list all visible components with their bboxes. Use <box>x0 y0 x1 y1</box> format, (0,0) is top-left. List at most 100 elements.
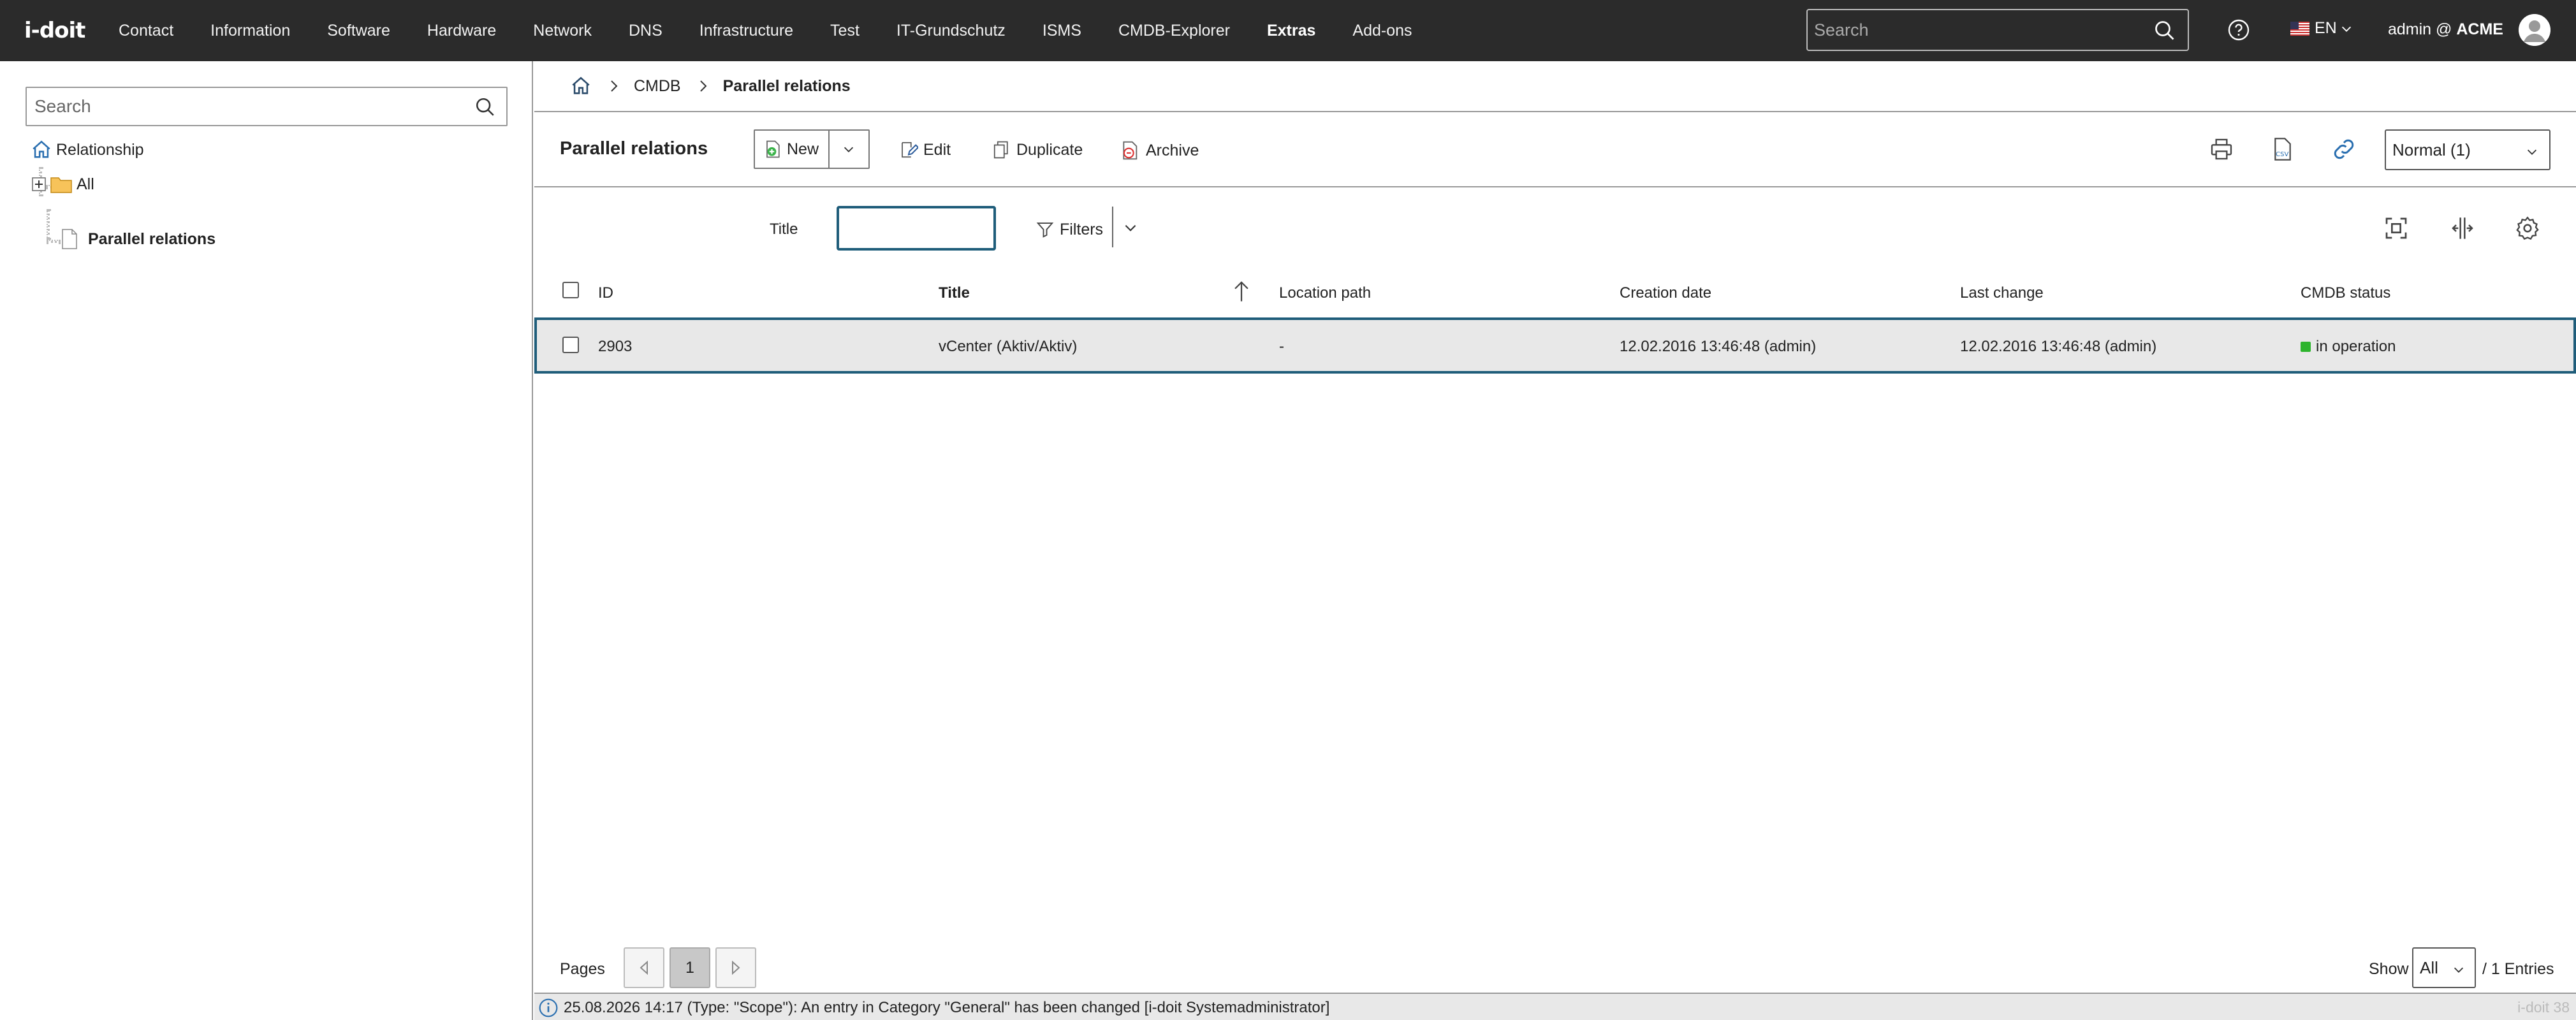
cell-cmdb-status: in operation <box>2301 338 2396 356</box>
breadcrumb-current: Parallel relations <box>722 76 851 95</box>
nav-item-test[interactable]: Test <box>830 22 860 40</box>
tree-item-all[interactable]: All <box>32 175 94 194</box>
chevron-down-icon <box>844 147 854 152</box>
search-icon[interactable] <box>2153 19 2176 42</box>
pagination: Pages 1 Show All / 1 Entries <box>534 946 2576 991</box>
tree-item-relationship[interactable]: Relationship <box>31 139 144 161</box>
column-width-icon[interactable] <box>2450 215 2475 241</box>
nav-item-dns[interactable]: DNS <box>629 22 662 40</box>
page-size-value: All <box>2420 958 2438 977</box>
nav-item-infrastructure[interactable]: Infrastructure <box>699 22 793 40</box>
nav-item-software[interactable]: Software <box>327 22 390 40</box>
home-icon <box>33 140 50 158</box>
view-mode-select[interactable]: Normal (1) <box>2385 129 2550 170</box>
user-menu[interactable]: admin @ ACME <box>2388 20 2503 39</box>
page-button-current[interactable]: 1 <box>670 947 710 988</box>
column-header-id[interactable]: ID <box>598 284 613 302</box>
cell-creation-date: 12.02.2016 13:46:48 (admin) <box>1620 338 1817 355</box>
idoit-logo[interactable]: i-doit <box>24 17 85 45</box>
document-icon <box>62 229 77 249</box>
sidebar-search-input[interactable] <box>27 88 460 125</box>
nav-item-information[interactable]: Information <box>210 22 290 40</box>
language-selector[interactable]: EN <box>2290 19 2353 38</box>
column-header-last-change[interactable]: Last change <box>1960 284 2044 302</box>
column-header-location-path[interactable]: Location path <box>1279 284 1371 302</box>
global-search-input[interactable] <box>1808 10 2139 50</box>
global-search <box>1806 9 2189 51</box>
filters-button-label: Filters <box>1060 220 1104 238</box>
us-flag-icon <box>2290 21 2309 36</box>
page-size-select[interactable]: All <box>2412 947 2476 988</box>
settings-icon[interactable] <box>2515 215 2540 241</box>
info-icon[interactable] <box>538 998 559 1018</box>
breadcrumb-cmdb[interactable]: CMDB <box>634 77 681 96</box>
new-button[interactable]: New <box>755 131 830 168</box>
filter-bar: Title Filters <box>534 187 2576 264</box>
nav-item-it-grundschutz[interactable]: IT-Grundschutz <box>896 22 1006 40</box>
filters-button[interactable]: Filters <box>1036 212 1103 247</box>
cell-id: 2903 <box>598 338 633 355</box>
select-all-checkbox[interactable] <box>562 282 579 298</box>
tree-item-label: Relationship <box>56 140 144 159</box>
chevron-down-icon <box>2341 26 2351 32</box>
nav-item-isms[interactable]: ISMS <box>1043 22 1081 40</box>
chevron-right-icon <box>699 80 707 92</box>
new-button-group: New <box>754 129 870 169</box>
edit-icon <box>902 142 918 158</box>
link-icon[interactable] <box>2331 136 2357 162</box>
new-dropdown-toggle[interactable] <box>830 131 868 168</box>
chevron-down-icon <box>2454 967 2464 973</box>
search-icon[interactable] <box>474 96 496 118</box>
column-header-cmdb-status[interactable]: CMDB status <box>2301 284 2390 302</box>
title-filter-input[interactable] <box>837 206 996 251</box>
status-indicator <box>2301 342 2311 352</box>
edit-button[interactable]: Edit <box>899 140 951 159</box>
row-checkbox[interactable] <box>562 337 579 353</box>
svg-text:CSV: CSV <box>2276 151 2288 158</box>
filters-dropdown-toggle[interactable] <box>1122 219 1139 236</box>
tree-item-label: Parallel relations <box>88 229 216 248</box>
table-row[interactable]: 2903 vCenter (Aktiv/Aktiv) - 12.02.2016 … <box>534 317 2576 374</box>
nav-item-contact[interactable]: Contact <box>119 22 173 40</box>
nav-item-cmdb-explorer[interactable]: CMDB-Explorer <box>1118 22 1230 40</box>
nav-item-extras[interactable]: Extras <box>1267 22 1315 40</box>
filter-icon <box>1036 222 1054 238</box>
avatar[interactable] <box>2519 14 2550 46</box>
nav-item-add-ons[interactable]: Add-ons <box>1352 22 1412 40</box>
view-mode-value: Normal (1) <box>2392 140 2471 159</box>
nav-item-network[interactable]: Network <box>533 22 592 40</box>
page-title: Parallel relations <box>560 138 708 159</box>
object-toolbar: Parallel relations New Edit Duplicate Ar… <box>534 112 2576 187</box>
sort-ascending-icon[interactable] <box>1231 279 1252 303</box>
table-header: ID Title Location path Creation date Las… <box>534 264 2576 316</box>
sidebar: Relationship All Parallel relations <box>0 61 533 1020</box>
csv-export-icon[interactable]: CSV <box>2270 136 2295 162</box>
edit-button-label: Edit <box>923 140 951 159</box>
tree-connector <box>47 209 50 240</box>
status-message: 25.08.2026 14:17 (Type: "Scope"): An ent… <box>564 999 1330 1016</box>
status-label: in operation <box>2316 338 2396 355</box>
nav-item-hardware[interactable]: Hardware <box>427 22 496 40</box>
previous-page-button[interactable] <box>624 947 664 988</box>
cell-title[interactable]: vCenter (Aktiv/Aktiv) <box>939 338 1077 356</box>
column-header-creation-date[interactable]: Creation date <box>1620 284 1711 302</box>
column-header-title[interactable]: Title <box>939 284 970 302</box>
expand-plus-icon[interactable] <box>32 177 46 191</box>
folder-icon <box>50 177 72 193</box>
chevron-right-icon <box>611 80 618 92</box>
fullscreen-icon[interactable] <box>2383 215 2409 241</box>
print-icon[interactable] <box>2209 136 2234 162</box>
duplicate-button[interactable]: Duplicate <box>992 140 1083 159</box>
chevron-down-icon <box>1125 224 1136 231</box>
breadcrumb: CMDB Parallel relations <box>534 61 2576 112</box>
help-icon[interactable] <box>2227 18 2250 41</box>
next-page-button[interactable] <box>715 947 756 988</box>
tree-item-parallel-relations[interactable]: Parallel relations <box>61 228 216 250</box>
tree-item-label: All <box>77 175 94 193</box>
cell-location-path: - <box>1279 338 1284 355</box>
title-filter-label: Title <box>770 221 798 238</box>
chevron-down-icon <box>2527 149 2537 155</box>
home-icon[interactable] <box>570 75 592 97</box>
language-code: EN <box>2315 19 2337 37</box>
archive-button[interactable]: Archive <box>1120 140 1199 161</box>
